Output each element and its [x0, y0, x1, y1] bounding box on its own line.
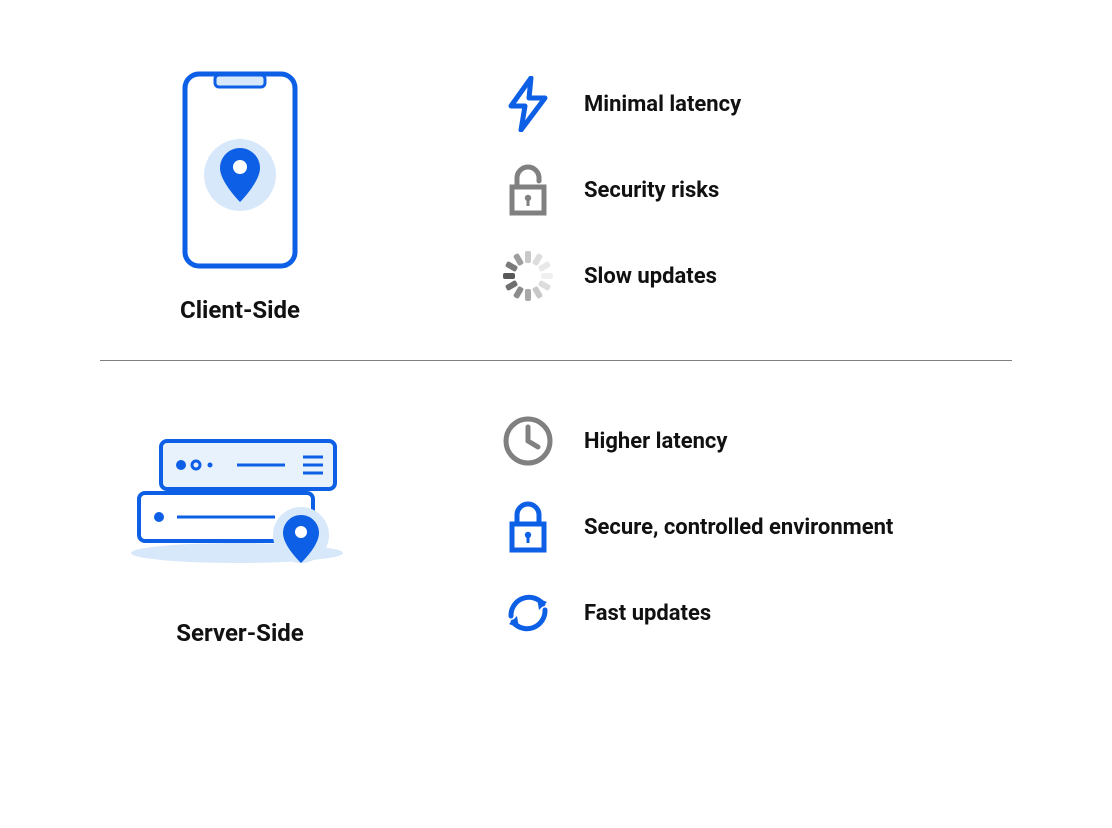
feature-minimal-latency: Minimal latency	[500, 76, 1012, 132]
spinner-icon	[500, 248, 556, 304]
server-illustration-column: Server-Side	[100, 407, 380, 647]
feature-label: Slow updates	[584, 264, 717, 289]
feature-secure-environment: Secure, controlled environment	[500, 499, 1012, 555]
client-side-section: Client-Side Minimal latency Securit	[100, 60, 1012, 324]
feature-slow-updates: Slow updates	[500, 248, 1012, 304]
clock-icon	[500, 413, 556, 469]
server-side-section: Server-Side Higher latency	[100, 407, 1012, 647]
server-title: Server-Side	[176, 619, 304, 647]
feature-label: Fast updates	[584, 601, 711, 626]
client-title: Client-Side	[180, 296, 300, 324]
section-divider	[100, 360, 1012, 361]
client-features: Minimal latency Security risks	[500, 70, 1012, 304]
lightning-icon	[500, 76, 556, 132]
server-features: Higher latency Secure, controlled enviro…	[500, 407, 1012, 641]
feature-label: Higher latency	[584, 429, 727, 454]
server-illustration	[125, 407, 355, 597]
feature-label: Security risks	[584, 178, 719, 203]
phone-illustration	[181, 70, 299, 274]
unlocked-icon	[500, 162, 556, 218]
feature-fast-updates: Fast updates	[500, 585, 1012, 641]
feature-label: Secure, controlled environment	[584, 515, 893, 540]
client-illustration-column: Client-Side	[100, 70, 380, 324]
feature-label: Minimal latency	[584, 92, 741, 117]
feature-higher-latency: Higher latency	[500, 413, 1012, 469]
refresh-icon	[500, 585, 556, 641]
locked-icon	[500, 499, 556, 555]
feature-security-risks: Security risks	[500, 162, 1012, 218]
